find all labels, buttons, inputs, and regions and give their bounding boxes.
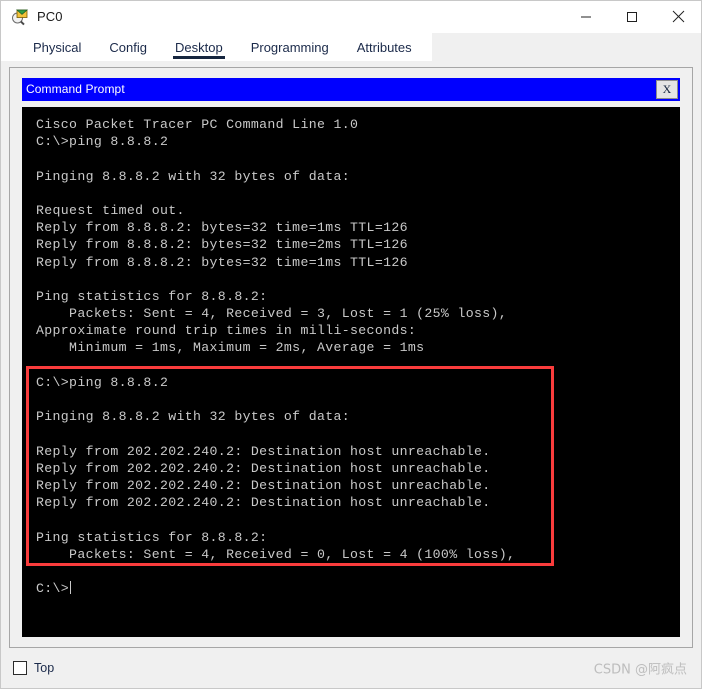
tab-bar: Physical Config Desktop Programming Attr… [1, 33, 701, 61]
terminal-line: Ping statistics for 8.8.8.2: [36, 288, 268, 304]
window-title: PC0 [37, 9, 63, 24]
top-checkbox[interactable] [13, 661, 27, 675]
terminal-line: Cisco Packet Tracer PC Command Line 1.0 [36, 117, 359, 132]
terminal-line: C:\>ping 8.8.8.2 [36, 374, 169, 390]
command-prompt-window: Command Prompt X Cisco Packet Tracer PC … [22, 78, 680, 637]
terminal-line: Ping statistics for 8.8.8.2: [36, 529, 268, 545]
terminal-line: Reply from 202.202.240.2: Destination ho… [36, 495, 491, 511]
window-controls [563, 1, 701, 32]
terminal-line: C:\> [36, 581, 72, 597]
terminal-line: Request timed out. [36, 202, 185, 218]
command-prompt-titlebar: Command Prompt X [22, 78, 680, 101]
tab-config[interactable]: Config [95, 40, 161, 61]
terminal-line: Reply from 202.202.240.2: Destination ho… [36, 477, 491, 493]
pc0-window: PC0 Physical Config Desktop Programming … [0, 0, 702, 689]
maximize-icon[interactable] [609, 1, 655, 32]
terminal-line: Reply from 8.8.8.2: bytes=32 time=1ms TT… [36, 220, 408, 236]
terminal-line: Pinging 8.8.8.2 with 32 bytes of data: [36, 409, 351, 425]
tab-programming[interactable]: Programming [237, 40, 343, 61]
terminal-caret [70, 581, 72, 595]
terminal-text: Cisco Packet Tracer PC Command Line 1.0 C… [36, 116, 676, 597]
terminal-line: Reply from 8.8.8.2: bytes=32 time=2ms TT… [36, 237, 408, 253]
desktop-tab-content: Command Prompt X Cisco Packet Tracer PC … [1, 61, 701, 648]
terminal-line: C:\>ping 8.8.8.2 [36, 134, 169, 150]
tab-physical[interactable]: Physical [19, 40, 95, 61]
terminal-output-area[interactable]: Cisco Packet Tracer PC Command Line 1.0 C… [22, 107, 680, 637]
terminal-line: Approximate round trip times in milli-se… [36, 323, 417, 339]
command-prompt-panel: Command Prompt X Cisco Packet Tracer PC … [9, 67, 693, 648]
packet-tracer-pc-icon [11, 8, 29, 26]
terminal-line: Reply from 202.202.240.2: Destination ho… [36, 460, 491, 476]
terminal-line: Packets: Sent = 4, Received = 3, Lost = … [36, 306, 508, 322]
minimize-icon[interactable] [563, 1, 609, 32]
terminal-line: Minimum = 1ms, Maximum = 2ms, Average = … [36, 340, 425, 356]
tab-desktop[interactable]: Desktop [161, 40, 237, 61]
window-footer: Top CSDN @阿疯点 [1, 648, 701, 688]
terminal-line: Reply from 8.8.8.2: bytes=32 time=1ms TT… [36, 254, 408, 270]
terminal-line: Pinging 8.8.8.2 with 32 bytes of data: [36, 168, 351, 184]
csdn-watermark: CSDN @阿疯点 [593, 662, 687, 678]
tab-attributes[interactable]: Attributes [343, 40, 426, 61]
terminal-line: Reply from 202.202.240.2: Destination ho… [36, 443, 491, 459]
close-icon[interactable] [655, 1, 701, 32]
top-checkbox-label: Top [34, 661, 55, 675]
window-titlebar: PC0 [1, 1, 701, 33]
command-prompt-title: Command Prompt [26, 82, 125, 96]
terminal-line: Packets: Sent = 4, Received = 0, Lost = … [36, 546, 516, 562]
command-prompt-close-button[interactable]: X [656, 80, 678, 99]
